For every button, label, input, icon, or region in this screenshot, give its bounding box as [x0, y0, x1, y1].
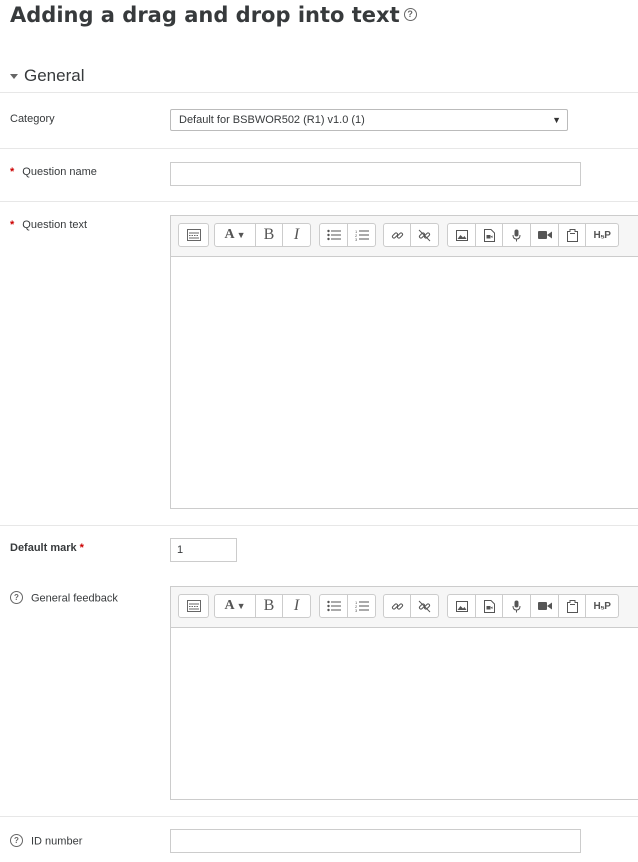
bold-glyph: B	[263, 597, 275, 614]
svg-text:3: 3	[355, 608, 358, 612]
unordered-list-icon[interactable]	[320, 224, 348, 246]
default-mark-label: Default mark *	[10, 542, 84, 554]
category-select[interactable]: Default for BSBWOR502 (R1) v1.0 (1) ▼	[170, 109, 568, 131]
category-label: Category	[10, 113, 55, 125]
toolbar-group-toggle	[178, 223, 209, 247]
unlink-icon[interactable]	[411, 224, 438, 246]
h5p-glyph: H₅P	[593, 600, 611, 612]
bold-glyph: B	[263, 226, 275, 243]
general-feedback-label: ? General feedback	[10, 591, 118, 605]
section-general-toggle[interactable]: General	[10, 66, 84, 86]
bold-icon[interactable]: B	[256, 595, 283, 617]
h5p-glyph: H₅P	[593, 229, 611, 241]
dropdown-caret-icon: ▼	[552, 115, 561, 125]
id-number-label-text: ID number	[31, 835, 83, 848]
image-icon[interactable]	[448, 224, 476, 246]
unordered-list-icon[interactable]	[320, 595, 348, 617]
media-icon[interactable]	[476, 224, 503, 246]
image-icon[interactable]	[448, 595, 476, 617]
row-divider	[0, 201, 638, 202]
italic-icon[interactable]: I	[283, 224, 310, 246]
font-glyph: A	[224, 227, 235, 242]
help-icon[interactable]: ?	[10, 591, 23, 604]
manage-files-icon[interactable]	[559, 224, 586, 246]
section-title: General	[24, 66, 85, 85]
row-divider	[0, 525, 638, 526]
row-divider	[0, 148, 638, 149]
section-divider	[0, 92, 638, 93]
default-mark-label-text: Default mark	[10, 542, 77, 554]
media-icon[interactable]	[476, 595, 503, 617]
italic-glyph: I	[293, 597, 300, 614]
row-divider	[0, 816, 638, 817]
h5p-icon[interactable]: H₅P	[586, 224, 618, 246]
record-video-icon[interactable]	[531, 224, 559, 246]
italic-glyph: I	[293, 226, 300, 243]
svg-text:3: 3	[355, 237, 358, 241]
record-video-icon[interactable]	[531, 595, 559, 617]
page-title: Adding a drag and drop into text?	[10, 3, 417, 27]
toolbar-group-lists: 123	[319, 594, 376, 618]
record-audio-icon[interactable]	[503, 224, 531, 246]
question-text-content[interactable]	[171, 257, 638, 509]
required-icon: *	[10, 166, 15, 178]
general-feedback-editor: A ▼ B I 123 H₅P	[170, 586, 638, 800]
toolbar-group-style: A ▼ B I	[214, 594, 311, 618]
toolbar-toggle-icon[interactable]	[179, 224, 208, 246]
required-icon: *	[10, 219, 15, 231]
font-glyph: A	[224, 598, 235, 613]
question-name-label: * Question name	[10, 166, 97, 178]
ordered-list-icon[interactable]: 123	[348, 595, 375, 617]
unlink-icon[interactable]	[411, 595, 438, 617]
font-style-icon[interactable]: A ▼	[215, 224, 256, 246]
help-icon[interactable]: ?	[403, 7, 417, 21]
required-icon: *	[79, 542, 84, 554]
h5p-icon[interactable]: H₅P	[586, 595, 618, 617]
manage-files-icon[interactable]	[559, 595, 586, 617]
toolbar-group-toggle	[178, 594, 209, 618]
toolbar-group-style: A ▼ B I	[214, 223, 311, 247]
link-icon[interactable]	[384, 224, 411, 246]
general-feedback-content[interactable]	[171, 628, 638, 800]
question-text-label: * Question text	[10, 219, 87, 231]
toolbar-toggle-icon[interactable]	[179, 595, 208, 617]
question-name-label-text: Question name	[22, 166, 97, 178]
category-value: Default for BSBWOR502 (R1) v1.0 (1)	[179, 114, 365, 126]
font-style-icon[interactable]: A ▼	[215, 595, 256, 617]
record-audio-icon[interactable]	[503, 595, 531, 617]
toolbar-group-links	[383, 223, 439, 247]
collapse-triangle-icon	[10, 73, 18, 79]
page-title-text: Adding a drag and drop into text	[10, 3, 400, 27]
question-text-label-text: Question text	[22, 219, 88, 231]
link-icon[interactable]	[384, 595, 411, 617]
italic-icon[interactable]: I	[283, 595, 310, 617]
question-text-editor: A ▼ B I 123 H₅P	[170, 215, 638, 509]
editor-toolbar: A ▼ B I 123 H₅P	[171, 216, 638, 257]
toolbar-group-lists: 123	[319, 223, 376, 247]
toolbar-group-media: H₅P	[447, 594, 619, 618]
default-mark-input[interactable]	[170, 538, 237, 562]
general-feedback-label-text: General feedback	[31, 592, 118, 605]
question-name-input[interactable]	[170, 162, 581, 186]
help-icon[interactable]: ?	[10, 834, 23, 847]
editor-toolbar: A ▼ B I 123 H₅P	[171, 587, 638, 628]
toolbar-group-media: H₅P	[447, 223, 619, 247]
bold-icon[interactable]: B	[256, 224, 283, 246]
id-number-label: ? ID number	[10, 834, 83, 848]
ordered-list-icon[interactable]: 123	[348, 224, 375, 246]
id-number-input[interactable]	[170, 829, 581, 853]
toolbar-group-links	[383, 594, 439, 618]
